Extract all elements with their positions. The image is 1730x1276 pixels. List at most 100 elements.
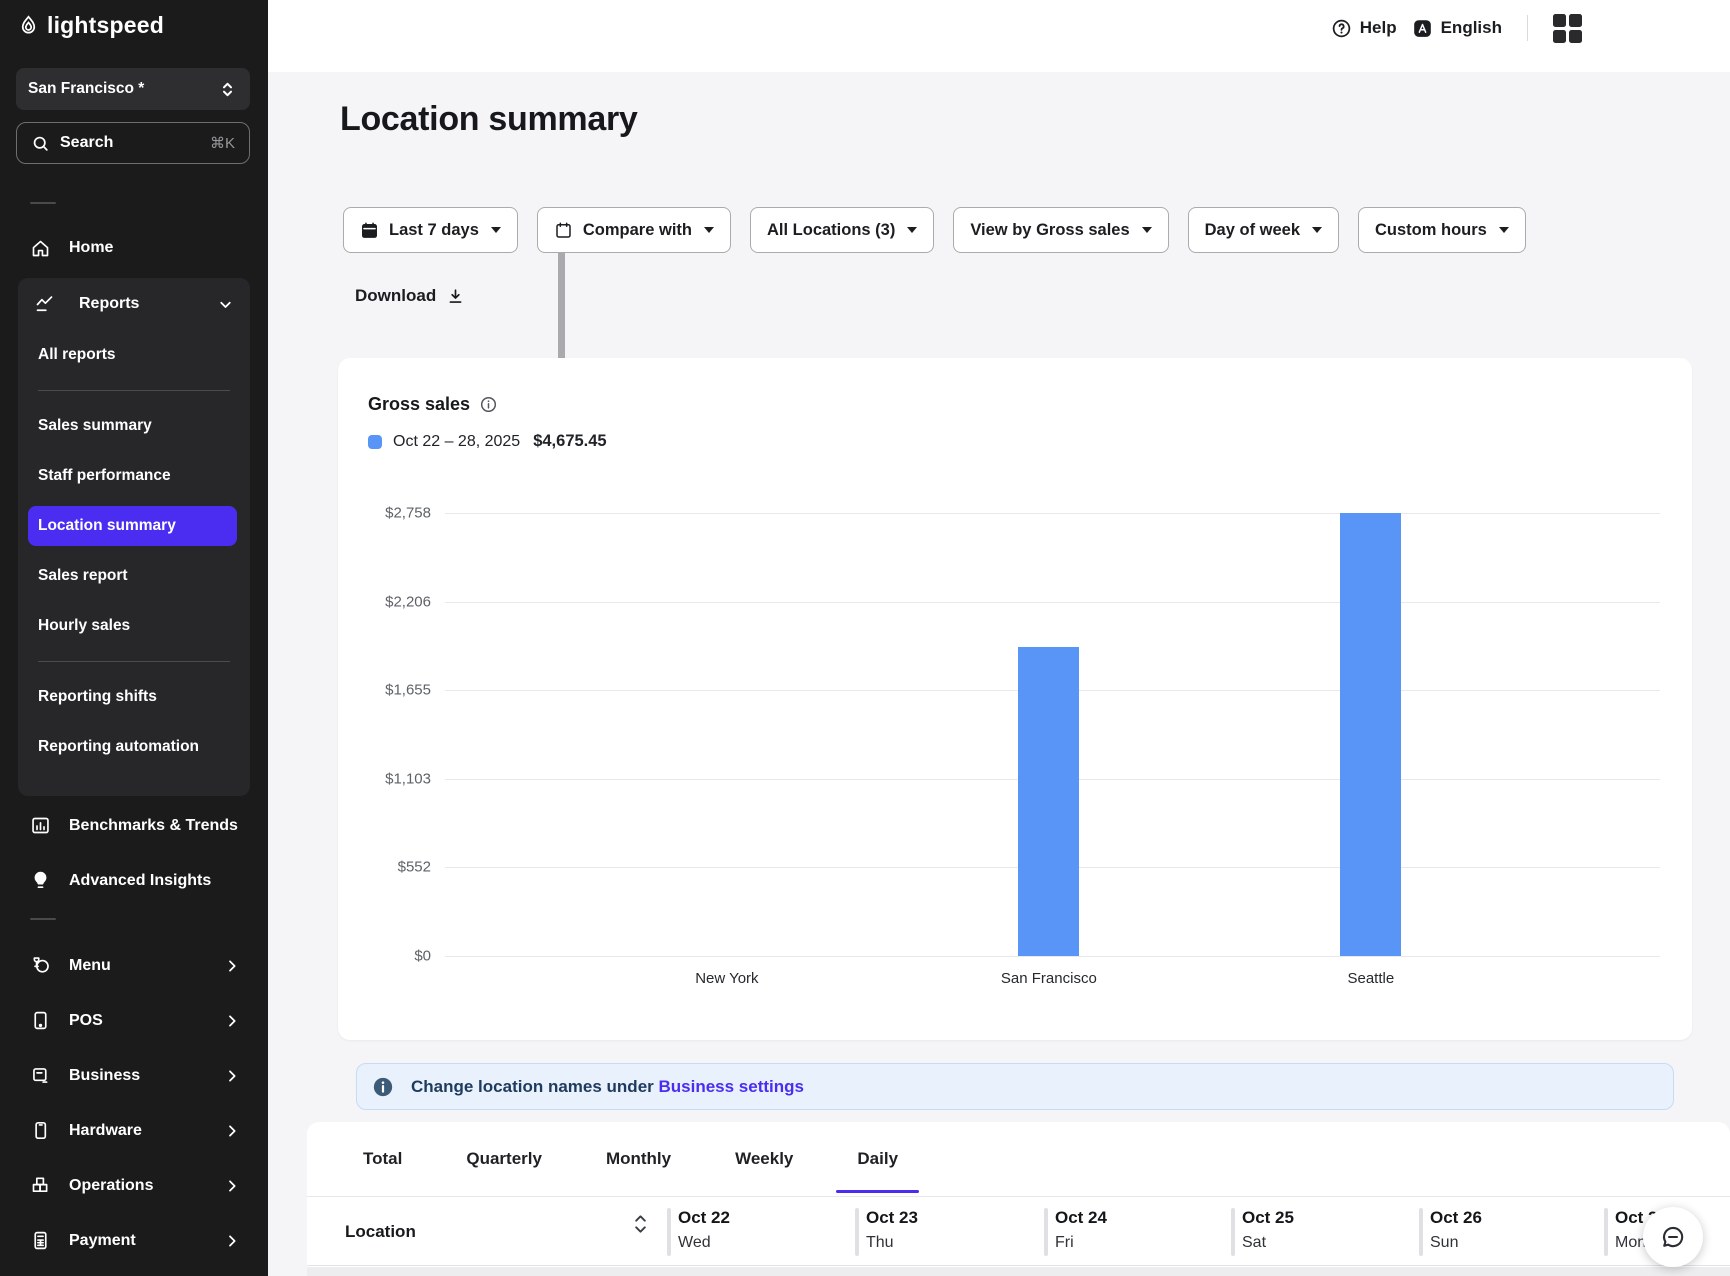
search-input[interactable]: Search ⌘K: [16, 122, 250, 164]
bar-seattle[interactable]: [1340, 513, 1401, 956]
caret-down-icon: [1142, 227, 1152, 233]
column-header-location[interactable]: Location: [345, 1197, 416, 1267]
reports-group-divider: [38, 390, 230, 391]
x-axis-label: San Francisco: [1001, 970, 1097, 987]
sidebar-item-reports[interactable]: Reports: [18, 278, 250, 330]
brand-name: lightspeed: [47, 12, 164, 39]
chevron-right-icon: [224, 1013, 240, 1029]
sidebar-item-reporting-shifts[interactable]: Reporting shifts: [18, 672, 250, 722]
sidebar-item-label: Payment: [69, 1232, 136, 1250]
help-label: Help: [1360, 18, 1397, 38]
gridline: [445, 956, 1660, 957]
info-icon[interactable]: [479, 395, 498, 414]
bar-chart-icon: [30, 815, 51, 836]
legend-value: $4,675.45: [533, 432, 606, 451]
sidebar-item-label: Sales summary: [38, 417, 152, 435]
pos-icon: [30, 1010, 51, 1031]
filter-custom-hours[interactable]: Custom hours: [1358, 207, 1526, 253]
download-label: Download: [355, 286, 436, 306]
sidebar-item-label: Sales report: [38, 567, 128, 585]
sidebar-item-label: Home: [69, 239, 113, 257]
language-button[interactable]: English: [1412, 18, 1502, 39]
sidebar-item-staff-performance[interactable]: Staff performance: [18, 451, 250, 501]
sidebar-item-payment[interactable]: Payment: [0, 1213, 268, 1268]
sidebar-item-reporting-automation[interactable]: Reporting automation: [18, 722, 250, 772]
operations-icon: [30, 1175, 51, 1196]
bar-san-francisco[interactable]: [1018, 647, 1079, 956]
location-selector-value: San Francisco *: [28, 80, 144, 98]
column-divider: [1604, 1208, 1608, 1256]
sidebar-item-label: Reporting automation: [38, 738, 199, 756]
help-button[interactable]: Help: [1331, 18, 1397, 39]
tab-quarterly[interactable]: Quarterly: [445, 1122, 563, 1196]
sidebar-item-all-reports[interactable]: All reports: [18, 330, 250, 380]
sidebar-item-hourly-sales[interactable]: Hourly sales: [18, 601, 250, 651]
filter-view-by-gross-sales[interactable]: View by Gross sales: [953, 207, 1168, 253]
sidebar-item-sales-report[interactable]: Sales report: [18, 551, 250, 601]
column-header-date: Oct 25: [1242, 1208, 1294, 1228]
sidebar-item-business[interactable]: Business: [0, 1048, 268, 1103]
calendar-filled-icon: [360, 221, 379, 240]
sidebar-item-label: Business: [69, 1067, 140, 1085]
chevron-down-icon: [217, 296, 234, 313]
sidebar-item-label: Location summary: [38, 517, 176, 535]
column-header-day: Sun: [1430, 1234, 1458, 1252]
sidebar-item-label: Reporting shifts: [38, 688, 157, 706]
sidebar-item-label: Hardware: [69, 1122, 142, 1140]
x-axis-label: New York: [695, 970, 758, 987]
menu-icon: [30, 955, 51, 976]
chevron-right-icon: [224, 1123, 240, 1139]
info-filled-icon: [372, 1076, 394, 1098]
help-icon: [1331, 18, 1352, 39]
column-header-day: Sat: [1242, 1234, 1266, 1252]
x-axis-label: Seattle: [1347, 970, 1394, 987]
download-button[interactable]: Download: [355, 286, 465, 306]
breakdown-table-card: Total Quarterly Monthly Weekly Daily Locatio…: [307, 1122, 1730, 1276]
apps-grid-icon[interactable]: [1553, 14, 1582, 43]
download-icon: [446, 287, 465, 306]
banner-link-business-settings[interactable]: Business settings: [659, 1077, 805, 1096]
caret-down-icon: [1312, 227, 1322, 233]
y-tick-label: $2,206: [385, 593, 431, 610]
tab-monthly[interactable]: Monthly: [585, 1122, 692, 1196]
filter-day-of-week[interactable]: Day of week: [1188, 207, 1339, 253]
filter-label: View by Gross sales: [970, 221, 1129, 240]
sidebar-item-advanced-insights[interactable]: Advanced Insights: [0, 853, 268, 908]
sidebar-item-pos[interactable]: POS: [0, 993, 268, 1048]
sidebar-item-location-summary[interactable]: Location summary: [18, 501, 250, 551]
lightbulb-icon: [30, 870, 51, 891]
chart-legend[interactable]: Oct 22 – 28, 2025 $4,675.45: [368, 432, 607, 451]
reports-panel: Reports All reports Sales summary Staff pe…: [18, 278, 250, 796]
filter-label: Compare with: [583, 221, 692, 240]
column-divider: [667, 1208, 671, 1256]
granularity-tabs: Total Quarterly Monthly Weekly Daily: [342, 1122, 919, 1196]
caret-down-icon: [1499, 227, 1509, 233]
brand-logo[interactable]: lightspeed: [18, 12, 164, 39]
sidebar-item-home[interactable]: Home: [0, 223, 268, 273]
table-row: [307, 1267, 1730, 1276]
sidebar-item-operations[interactable]: Operations: [0, 1158, 268, 1213]
chat-button[interactable]: [1643, 1207, 1703, 1267]
chevron-right-icon: [224, 1233, 240, 1249]
tab-total[interactable]: Total: [342, 1122, 423, 1196]
filter-compare-with[interactable]: Compare with: [537, 207, 731, 253]
filter-last-7-days[interactable]: Last 7 days: [343, 207, 518, 253]
chevron-right-icon: [224, 1178, 240, 1194]
column-divider: [855, 1208, 859, 1256]
sidebar-item-benchmarks-trends[interactable]: Benchmarks & Trends: [0, 798, 268, 853]
sidebar-item-menu[interactable]: Menu: [0, 938, 268, 993]
table-header-row: Location Oct 22WedOct 23ThuOct 24FriOct …: [307, 1196, 1730, 1266]
location-selector[interactable]: San Francisco *: [16, 68, 250, 110]
tab-weekly[interactable]: Weekly: [714, 1122, 814, 1196]
sidebar-item-sales-summary[interactable]: Sales summary: [18, 401, 250, 451]
filter-label: All Locations (3): [767, 221, 895, 240]
filter-label: Day of week: [1205, 221, 1300, 240]
top-header: Help English: [268, 0, 1730, 72]
sidebar-item-hardware[interactable]: Hardware: [0, 1103, 268, 1158]
gridline: [445, 602, 1660, 603]
legend-swatch: [368, 435, 382, 449]
tab-daily[interactable]: Daily: [836, 1122, 919, 1196]
bar-chart-plot: $0$552$1,103$1,655$2,206$2,758New YorkSa…: [445, 513, 1660, 956]
filter-all-locations-3[interactable]: All Locations (3): [750, 207, 934, 253]
sort-toggle-icon[interactable]: [634, 1214, 647, 1234]
